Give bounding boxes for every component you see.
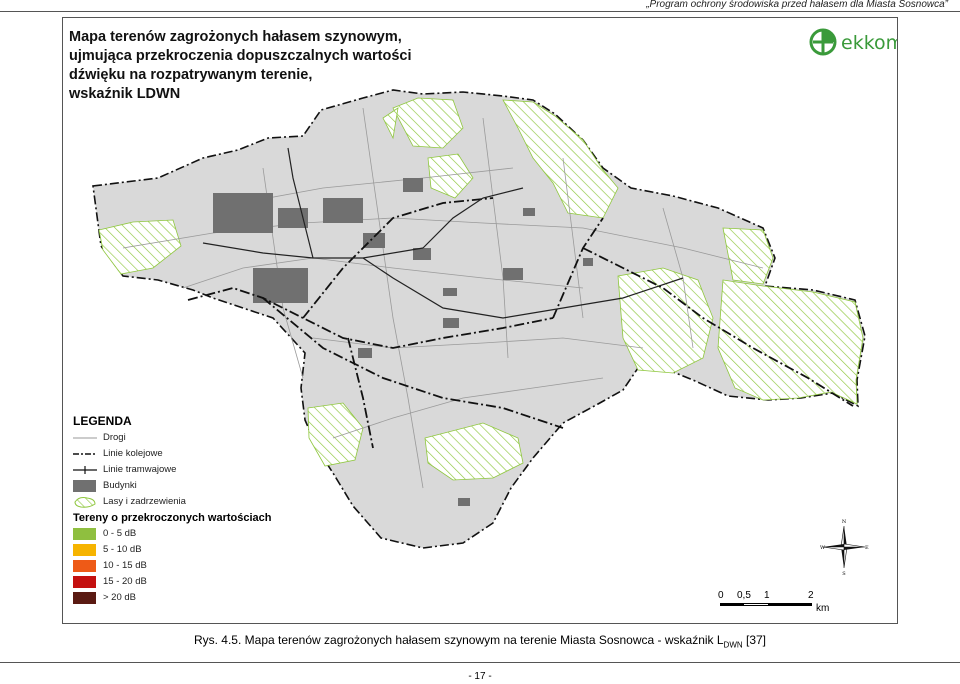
scale-tick: 0 xyxy=(718,590,724,601)
map-frame: Mapa terenów zagrożonych hałasem szynowy… xyxy=(62,17,898,624)
legend-class-0: 0 - 5 dB xyxy=(73,526,313,542)
legend-item-roads: Drogi xyxy=(73,430,313,446)
legend-item-trams: Linie tramwajowe xyxy=(73,462,313,478)
road-line-icon xyxy=(73,437,97,439)
legend-class-label: 5 - 10 dB xyxy=(103,544,142,555)
legend-subtitle: Tereny o przekroczonych wartościach xyxy=(73,512,272,524)
tram-line-icon xyxy=(73,466,97,474)
legend-swatch xyxy=(73,560,96,572)
legend-class-label: 15 - 20 dB xyxy=(103,576,147,587)
legend-item-buildings: Budynki xyxy=(73,478,313,494)
caption-text: Rys. 4.5. Mapa terenów zagrożonych hałas… xyxy=(193,633,724,647)
legend-class-4: > 20 dB xyxy=(73,590,313,606)
compass-e: E xyxy=(865,545,869,551)
compass-rose-icon: N S W E xyxy=(820,519,869,576)
scale-tick: 1 xyxy=(764,590,770,601)
scale-unit: km xyxy=(816,603,830,614)
legend-class-2: 10 - 15 dB xyxy=(73,558,313,574)
legend-swatch xyxy=(73,592,96,604)
ekkom-leaf-logo-icon xyxy=(809,28,837,56)
logo-text: ekkom xyxy=(841,32,898,54)
legend-title: LEGENDA xyxy=(73,414,132,428)
caption-subscript: DWN xyxy=(723,640,743,650)
legend-swatch xyxy=(73,528,96,540)
forest-area xyxy=(717,279,864,405)
map-title: Mapa terenów zagrożonych hałasem szynowy… xyxy=(69,29,412,102)
legend-class-1: 5 - 10 dB xyxy=(73,542,313,558)
footer-rule xyxy=(0,662,960,663)
scale-tick: 0,5 xyxy=(737,590,751,601)
caption-source: [37] xyxy=(742,633,767,647)
legend-item-label: Linie tramwajowe xyxy=(103,464,177,475)
scale-tick: 2 xyxy=(808,590,814,601)
scale-segment xyxy=(720,603,744,606)
figure-caption: Rys. 4.5. Mapa terenów zagrożonych hałas… xyxy=(0,633,960,649)
scale-bar: 0 0,5 1 2 km xyxy=(718,590,838,616)
running-header-text: „Program ochrony środowiska przed hałase… xyxy=(646,0,948,10)
forest-hatch-icon xyxy=(74,497,96,508)
legend-item-railways: Linie kolejowe xyxy=(73,446,313,462)
scale-segment xyxy=(768,603,812,606)
building-fill-icon xyxy=(73,480,96,492)
railway-dash-line-icon xyxy=(73,453,97,455)
page-number: - 17 - xyxy=(468,671,492,682)
legend-class-label: > 20 dB xyxy=(103,592,137,603)
compass-s: S xyxy=(842,571,846,576)
legend-swatch xyxy=(73,576,96,588)
legend-item-label: Linie kolejowe xyxy=(103,448,163,459)
scale-segment xyxy=(744,603,768,606)
compass-n: N xyxy=(842,519,847,525)
compass-w: W xyxy=(820,545,826,551)
map-legend: LEGENDA Drogi Linie kolejowe Linie tramw… xyxy=(73,414,313,606)
legend-item-label: Budynki xyxy=(103,480,137,491)
legend-item-label: Lasy i zadrzewienia xyxy=(103,496,186,507)
legend-swatch xyxy=(73,544,96,556)
legend-class-3: 15 - 20 dB xyxy=(73,574,313,590)
legend-item-forests: Lasy i zadrzewienia xyxy=(73,494,313,510)
ekkom-logo: ekkom xyxy=(809,26,897,58)
legend-class-label: 0 - 5 dB xyxy=(103,528,137,539)
running-header: „Program ochrony środowiska przed hałase… xyxy=(0,0,960,12)
legend-item-label: Drogi xyxy=(103,432,126,443)
legend-class-label: 10 - 15 dB xyxy=(103,560,147,571)
